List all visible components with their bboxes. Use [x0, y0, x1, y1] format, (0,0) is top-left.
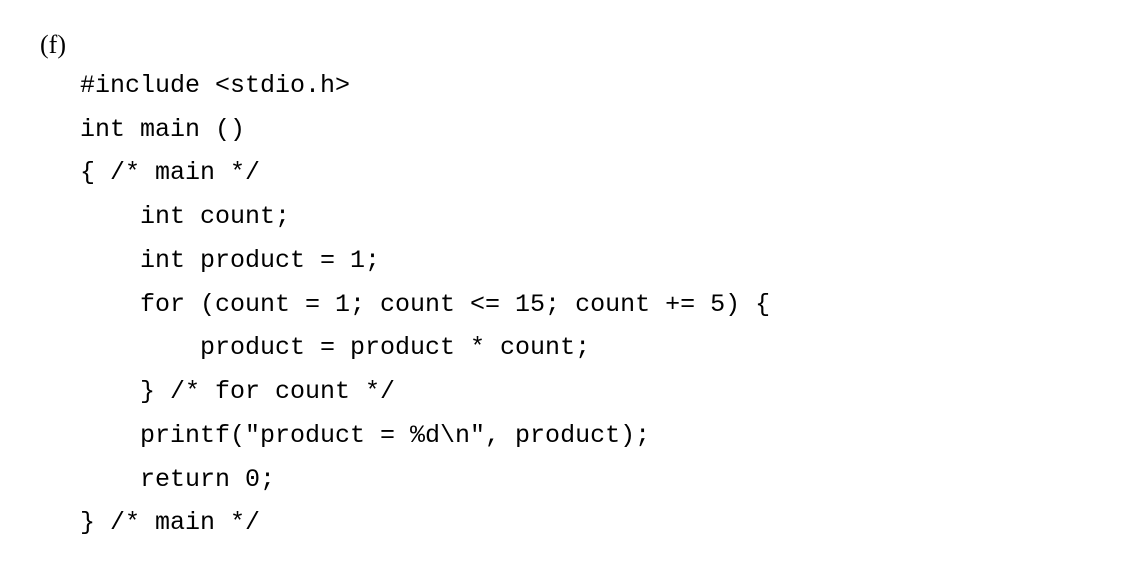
code-line: int product = 1; [80, 246, 380, 275]
code-line: printf("product = %d\n", product); [80, 421, 650, 450]
code-line: int count; [80, 202, 290, 231]
code-line: for (count = 1; count <= 15; count += 5)… [80, 290, 770, 319]
code-listing-container: (f) #include <stdio.h> int main () { /* … [40, 20, 1102, 545]
listing-label: (f) [40, 20, 66, 68]
code-block: #include <stdio.h> int main () { /* main… [80, 20, 770, 545]
code-line: } /* for count */ [80, 377, 395, 406]
code-line: return 0; [80, 465, 275, 494]
code-line: int main () [80, 115, 245, 144]
code-line: { /* main */ [80, 158, 260, 187]
code-line: product = product * count; [80, 333, 590, 362]
code-line: #include <stdio.h> [80, 71, 350, 100]
code-line: } /* main */ [80, 508, 260, 537]
